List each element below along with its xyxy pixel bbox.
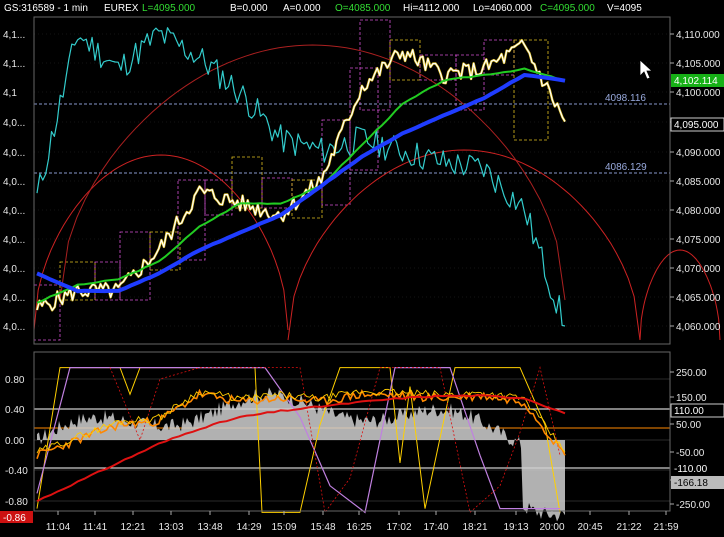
osc-right-tick: 150.00: [676, 393, 707, 404]
hline-upper-label: 4098.116: [605, 93, 646, 104]
price-right-tick: 4,070.000: [676, 264, 721, 275]
time-tick: 19:13: [503, 522, 528, 533]
time-tick: 17:40: [423, 522, 448, 533]
time-tick: 20:00: [539, 522, 564, 533]
time-tick: 11:04: [46, 522, 71, 533]
price-left-tick: 4,1: [3, 88, 17, 99]
low-label: Lo=4060.000: [473, 3, 532, 14]
price-left-tick: 4,0...: [3, 177, 25, 188]
price-right-tick: 4,065.000: [676, 293, 721, 304]
osc-tag-upper-text: 110.00: [674, 406, 704, 417]
price-right-tick: 4,090.000: [676, 148, 721, 159]
osc-left-tag-text: -0.86: [3, 513, 26, 524]
time-tick: 18:21: [462, 522, 487, 533]
price-left-tick: 4,0...: [3, 235, 25, 246]
osc-tag-lower-text: -166.18: [674, 478, 708, 489]
trading-chart[interactable]: GS:316589 - 1 min EUREX L=4095.000 B=0.0…: [0, 0, 724, 537]
hline-lower-label: 4086.129: [605, 162, 647, 173]
osc-right-tick: -250.00: [676, 500, 710, 511]
bid-label: B=0.000: [230, 3, 268, 14]
price-left-tick: 4,0...: [3, 148, 25, 159]
price-right-tick: 4,075.000: [676, 235, 721, 246]
time-tick: 14:29: [236, 522, 261, 533]
price-right-tick: 4,105.000: [676, 59, 721, 70]
price-left-tick: 4,0...: [3, 264, 25, 275]
price-left-tick: 4,0...: [3, 118, 25, 129]
ask-label: A=0.000: [283, 3, 321, 14]
volume-label: V=4095: [607, 3, 642, 14]
price-left-tick: 4,1...: [3, 59, 25, 70]
close-label: C=4095.000: [540, 3, 595, 14]
last-value-text: 4,095.000: [674, 120, 719, 131]
time-tick: 15:09: [271, 522, 296, 533]
osc-left-tick: -0.80: [5, 497, 28, 508]
osc-left-tick: -0.40: [5, 466, 28, 477]
price-right-tick: 4,100.000: [676, 88, 721, 99]
high-label: Hi=4112.000: [403, 3, 460, 14]
price-left-tick: 4,0...: [3, 293, 25, 304]
osc-tag-mid-text: -110.00: [674, 464, 708, 475]
price-left-tick: 4,0...: [3, 322, 25, 333]
symbol-label: GS:316589 - 1 min: [4, 3, 88, 14]
ma-value-text: 4,102.114: [674, 76, 718, 87]
time-tick: 13:03: [158, 522, 183, 533]
osc-left-tick: 0.40: [5, 405, 25, 416]
osc-right-tick: 250.00: [676, 368, 707, 379]
price-right-tick: 4,085.000: [676, 177, 721, 188]
time-tick: 11:41: [83, 522, 108, 533]
osc-left-tick: 0.00: [5, 436, 25, 447]
time-tick: 12:21: [120, 522, 145, 533]
price-right-tick: 4,080.000: [676, 206, 721, 217]
time-tick: 15:48: [310, 522, 335, 533]
time-tick: 16:25: [346, 522, 371, 533]
price-left-tick: 4,1...: [3, 30, 25, 41]
price-right-tick: 4,060.000: [676, 322, 721, 333]
time-tick: 21:22: [616, 522, 641, 533]
time-tick: 20:45: [577, 522, 602, 533]
last-label: L=4095.000: [142, 3, 196, 14]
price-left-tick: 4,0...: [3, 206, 25, 217]
time-tick: 13:48: [197, 522, 222, 533]
exchange-label: EUREX: [104, 3, 139, 14]
open-label: O=4085.000: [335, 3, 391, 14]
osc-right-tick: -50.00: [676, 448, 705, 459]
osc-left-tick: 0.80: [5, 375, 25, 386]
price-right-tick: 4,110.000: [676, 30, 720, 41]
osc-right-tick: 50.00: [676, 420, 701, 431]
time-tick: 21:59: [653, 522, 678, 533]
time-tick: 17:02: [386, 522, 411, 533]
